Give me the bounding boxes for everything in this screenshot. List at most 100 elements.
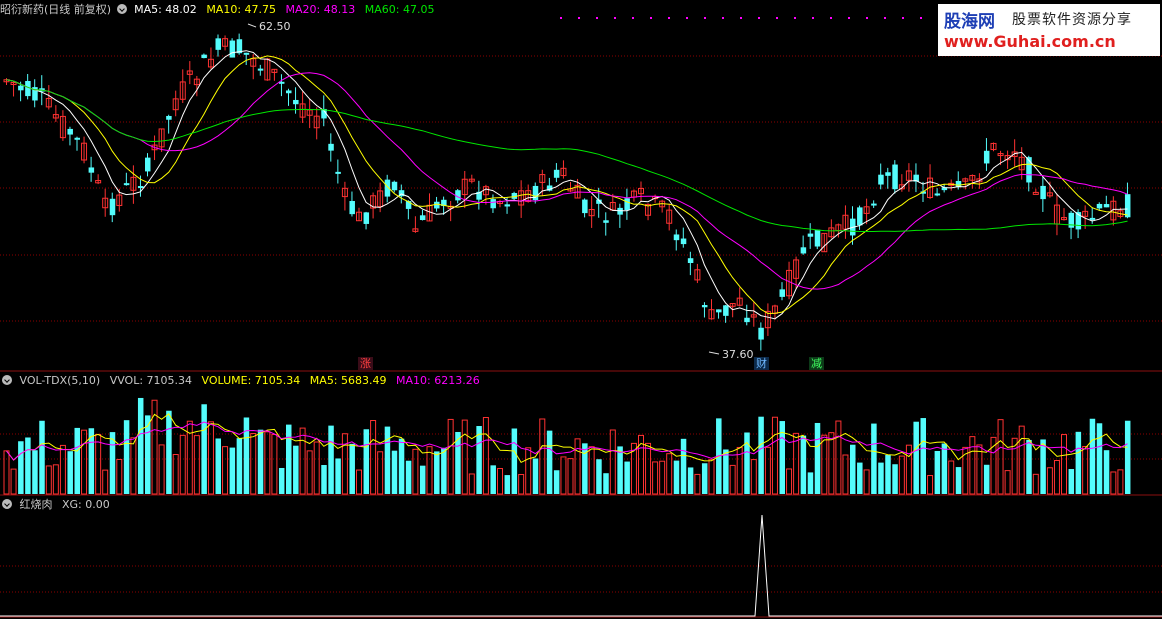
candle-body-down (74, 137, 80, 140)
volume-bar-down (913, 421, 919, 494)
candle-body-down (166, 115, 172, 120)
volume-bar-up (539, 418, 546, 495)
candle-body-down (201, 54, 207, 59)
indicator-settings-icon[interactable] (2, 499, 12, 509)
volume-bar-down (349, 443, 355, 494)
candle-body-down (814, 229, 821, 247)
candle-body-down (680, 238, 687, 245)
volume-bar-up (771, 416, 778, 495)
volume-bar-up (426, 446, 433, 495)
volume-bar-down (934, 450, 941, 494)
candle-body-down (553, 169, 560, 178)
volume-bar-down (278, 467, 285, 494)
price-panel-header: 昭衍新药(日线 前复权) MA5: 48.02 MA10: 47.75 MA20… (0, 2, 440, 18)
volume-bar-up (659, 460, 666, 495)
candle-body-down (363, 212, 370, 224)
volume-bar-down (405, 460, 412, 494)
volume-bar-down (335, 458, 341, 494)
candle-body-down (800, 247, 807, 254)
candle-body-down (257, 68, 264, 71)
candle-body-down (744, 317, 750, 323)
volume-bar-down (955, 467, 962, 494)
volume-bar-down (878, 462, 884, 494)
candle-body-down (335, 171, 341, 174)
volume-bar-up (609, 429, 616, 495)
volume-bar-down (1096, 423, 1103, 494)
volume-settings-icon[interactable] (2, 375, 12, 385)
volume-bar-down (504, 475, 511, 494)
volume-bar-down (1068, 469, 1075, 494)
volume-bar-down (476, 426, 482, 494)
xg-readout: XG: 0.00 (62, 498, 110, 511)
stock-chart-window: 昭衍新药(日线 前复权) MA5: 48.02 MA10: 47.75 MA20… (0, 0, 1162, 619)
volume-bar-down (871, 423, 877, 494)
volume-bar-up (95, 433, 102, 495)
event-marker-dot (776, 17, 778, 19)
volume-bar-down (744, 432, 750, 494)
event-marker-dot (812, 17, 814, 19)
event-tag-zhang[interactable]: 涨 (358, 357, 373, 370)
volume-bar-up (179, 434, 186, 495)
volume-bar-up (574, 438, 581, 495)
volume-bar-down (236, 438, 243, 494)
volume-bar-up (1117, 469, 1124, 495)
volume-bar-up (750, 459, 757, 495)
candle-body-down (892, 164, 898, 190)
volume-bar-up (299, 427, 306, 495)
volume-bar-down (398, 438, 405, 494)
volume-bar-down (166, 410, 172, 494)
high-price-pointer (247, 23, 257, 28)
volume-bar-down (920, 418, 926, 494)
volume-bar-down (441, 447, 447, 494)
volume-bar-down (687, 467, 694, 494)
candle-body-down (582, 199, 588, 214)
volume-bar-down (596, 459, 602, 494)
volume-bar-up (1032, 473, 1039, 495)
event-tag-cai[interactable]: 财 (754, 357, 769, 370)
candle-body-down (716, 309, 722, 313)
volume-bar-down (1026, 439, 1032, 494)
volume-bar-down (617, 446, 623, 494)
event-tag-jian[interactable]: 减 (809, 357, 824, 370)
volume-bar-down (201, 404, 207, 494)
candle-body-down (758, 327, 764, 340)
volume-bar-up (567, 458, 574, 495)
volume-bar-up (306, 450, 313, 495)
volume-bar-up (976, 444, 983, 495)
candle-body-down (617, 207, 623, 215)
volume-bar-down (701, 463, 708, 494)
volume-bar-up (560, 456, 567, 495)
volume-bar-down (384, 426, 391, 494)
settings-dropdown-icon[interactable] (116, 4, 127, 14)
volume-bar-up (158, 444, 165, 495)
candle-body-down (603, 220, 609, 223)
ma10-line (6, 55, 1128, 315)
volume-bar-up (828, 432, 835, 495)
volume-bar-up (45, 465, 52, 495)
volume-bar-up (835, 420, 842, 495)
volume-bar-up (116, 458, 123, 495)
volume-bar-down (624, 461, 630, 494)
volume-bar-down (18, 441, 24, 494)
candle-body-down (878, 174, 884, 185)
volume-bar-down (680, 438, 687, 494)
candle-body-down (145, 157, 151, 172)
volume-bar-up (356, 469, 362, 495)
volume-bar-down (603, 473, 609, 494)
event-marker-dot (794, 17, 796, 19)
volume-bar-down (1124, 420, 1131, 494)
volume-bar-down (892, 464, 898, 494)
volume-bar-up (412, 448, 419, 495)
volume-bar-down (546, 430, 553, 494)
volume-bar-up (370, 420, 377, 495)
volume-bar-down (419, 465, 426, 494)
volume-bar-down (123, 420, 130, 494)
candle-body-down (293, 99, 299, 105)
candle-body-down (807, 233, 814, 237)
volume-bar-down (32, 450, 38, 494)
volume-bar-up (666, 453, 673, 495)
candle-body-down (123, 183, 130, 186)
indicator-panel-header: 红烧肉 XG: 0.00 (0, 497, 116, 513)
event-marker-dot (596, 17, 598, 19)
volume-bar-down (293, 445, 299, 494)
